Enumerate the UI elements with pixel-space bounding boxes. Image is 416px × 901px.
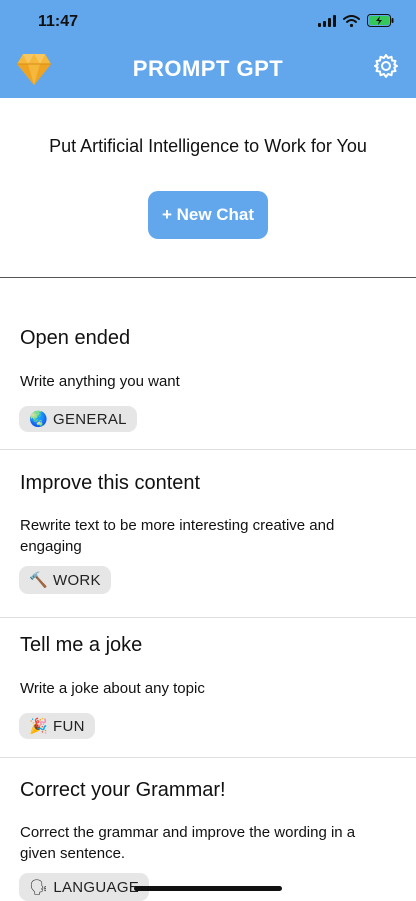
tag-label: LANGUAGE [53,878,140,896]
tag-label: GENERAL [52,410,127,428]
wifi-icon [343,14,360,27]
tag-label: FUN [52,717,85,735]
home-indicator [134,886,282,891]
prompt-description: Write anything you want [20,373,180,390]
gear-icon[interactable] [373,53,399,79]
speaking-head-icon: 🗣 [29,879,49,896]
category-tag[interactable]: 🎉 FUN [19,713,95,739]
prompt-description: Rewrite text to be more interesting crea… [20,517,335,555]
status-bar: 11:47 [0,0,416,46]
app-title: PROMPT GPT [132,56,284,81]
hero-tagline: Put Artificial Intelligence to Work for … [49,136,367,156]
prompt-title: Open ended [20,327,131,349]
tag-label: WORK [52,571,101,589]
prompt-item-open-ended[interactable]: Open ended Write anything you want 🌏 GEN… [0,278,416,450]
status-time: 11:47 [38,13,79,30]
prompt-title: Tell me a joke [20,634,143,656]
hammer-icon: 🔨 [29,572,48,589]
prompt-title: Correct your Grammar! [20,779,226,801]
prompt-title: Improve this content [20,472,201,494]
prompt-description: Correct the grammar and improve the word… [20,824,356,862]
prompt-description: Write a joke about any topic [20,680,205,697]
battery-charging-icon [367,14,394,27]
status-icons [318,14,394,27]
category-tag[interactable]: 🌏 GENERAL [19,406,137,432]
hero-section: Put Artificial Intelligence to Work for … [0,98,416,278]
prompt-item-joke[interactable]: Tell me a joke Write a joke about any to… [0,618,416,758]
prompt-item-improve-content[interactable]: Improve this content Rewrite text to be … [0,450,416,618]
category-tag[interactable]: 🗣 LANGUAGE [19,873,150,901]
app-header: PROMPT GPT [0,46,416,98]
globe-icon: 🌏 [29,411,48,428]
prompt-item-grammar[interactable]: Correct your Grammar! Correct the gramma… [0,758,416,901]
category-tag[interactable]: 🔨 WORK [19,566,111,594]
party-popper-icon: 🎉 [29,718,48,735]
cellular-signal-icon [318,14,336,27]
new-chat-button[interactable]: + New Chat [148,191,268,239]
